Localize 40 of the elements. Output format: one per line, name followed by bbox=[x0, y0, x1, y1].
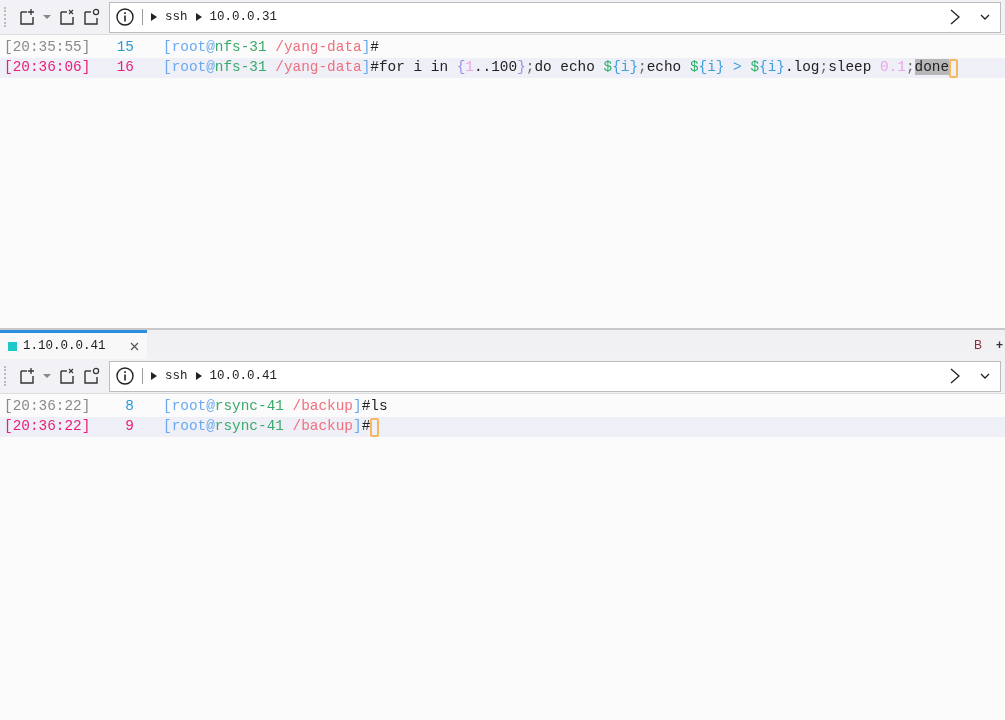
new-tab-icon bbox=[19, 8, 35, 26]
address-bar[interactable]: ssh 10.0.0.31 bbox=[109, 1, 1001, 33]
settings-icon bbox=[83, 367, 101, 385]
arrow-icon bbox=[195, 13, 202, 21]
line-number: 9 bbox=[124, 417, 134, 437]
dropdown-icon bbox=[43, 14, 51, 20]
command-line: [root@nfs-31 /yang-data]#for i in {1..100};do echo ${i};echo ${i} > ${i}.log;sleep 0.1;done bbox=[163, 58, 950, 78]
timestamp: [20:35:55] bbox=[4, 38, 92, 58]
info-icon[interactable] bbox=[116, 367, 134, 385]
timestamp: [20:36:22] bbox=[4, 417, 92, 437]
chevron-right-icon[interactable] bbox=[950, 9, 960, 25]
command-line: [root@rsync-41 /backup]# bbox=[163, 417, 371, 437]
command-line: [root@rsync-41 /backup]#ls bbox=[163, 397, 388, 417]
add-tab-label[interactable]: + bbox=[996, 335, 1003, 354]
tab-menu-label[interactable]: B bbox=[973, 335, 982, 354]
arrow-icon bbox=[195, 372, 202, 380]
dropdown-icon bbox=[43, 373, 51, 379]
chevron-right-icon[interactable] bbox=[950, 368, 960, 384]
path-segment[interactable]: ssh bbox=[165, 366, 188, 386]
new-tab-icon bbox=[19, 367, 35, 385]
line-number: 8 bbox=[124, 397, 134, 417]
path-segment[interactable]: 10.0.0.41 bbox=[209, 366, 278, 386]
close-tab-icon bbox=[59, 8, 75, 26]
command-line: [root@nfs-31 /yang-data]# bbox=[163, 38, 379, 58]
chevron-down-icon[interactable] bbox=[980, 373, 990, 379]
timestamp: [20:36:22] bbox=[4, 397, 92, 417]
line-number: 15 bbox=[115, 38, 134, 58]
address-bar[interactable]: ssh 10.0.0.41 bbox=[109, 360, 1001, 392]
path-segment[interactable]: 10.0.0.31 bbox=[209, 7, 278, 27]
path-segment[interactable]: ssh bbox=[165, 7, 188, 27]
line-number: 16 bbox=[115, 58, 134, 78]
timestamp: [20:36:06] bbox=[4, 58, 92, 78]
session-tab[interactable]: 1.10.0.0.41 bbox=[0, 330, 147, 359]
info-icon[interactable] bbox=[116, 8, 134, 26]
close-icon bbox=[130, 341, 139, 351]
close-tab-icon bbox=[59, 367, 75, 385]
arrow-icon bbox=[151, 372, 157, 380]
settings-icon bbox=[83, 8, 101, 26]
chevron-down-icon[interactable] bbox=[980, 14, 990, 20]
arrow-icon bbox=[151, 13, 157, 21]
